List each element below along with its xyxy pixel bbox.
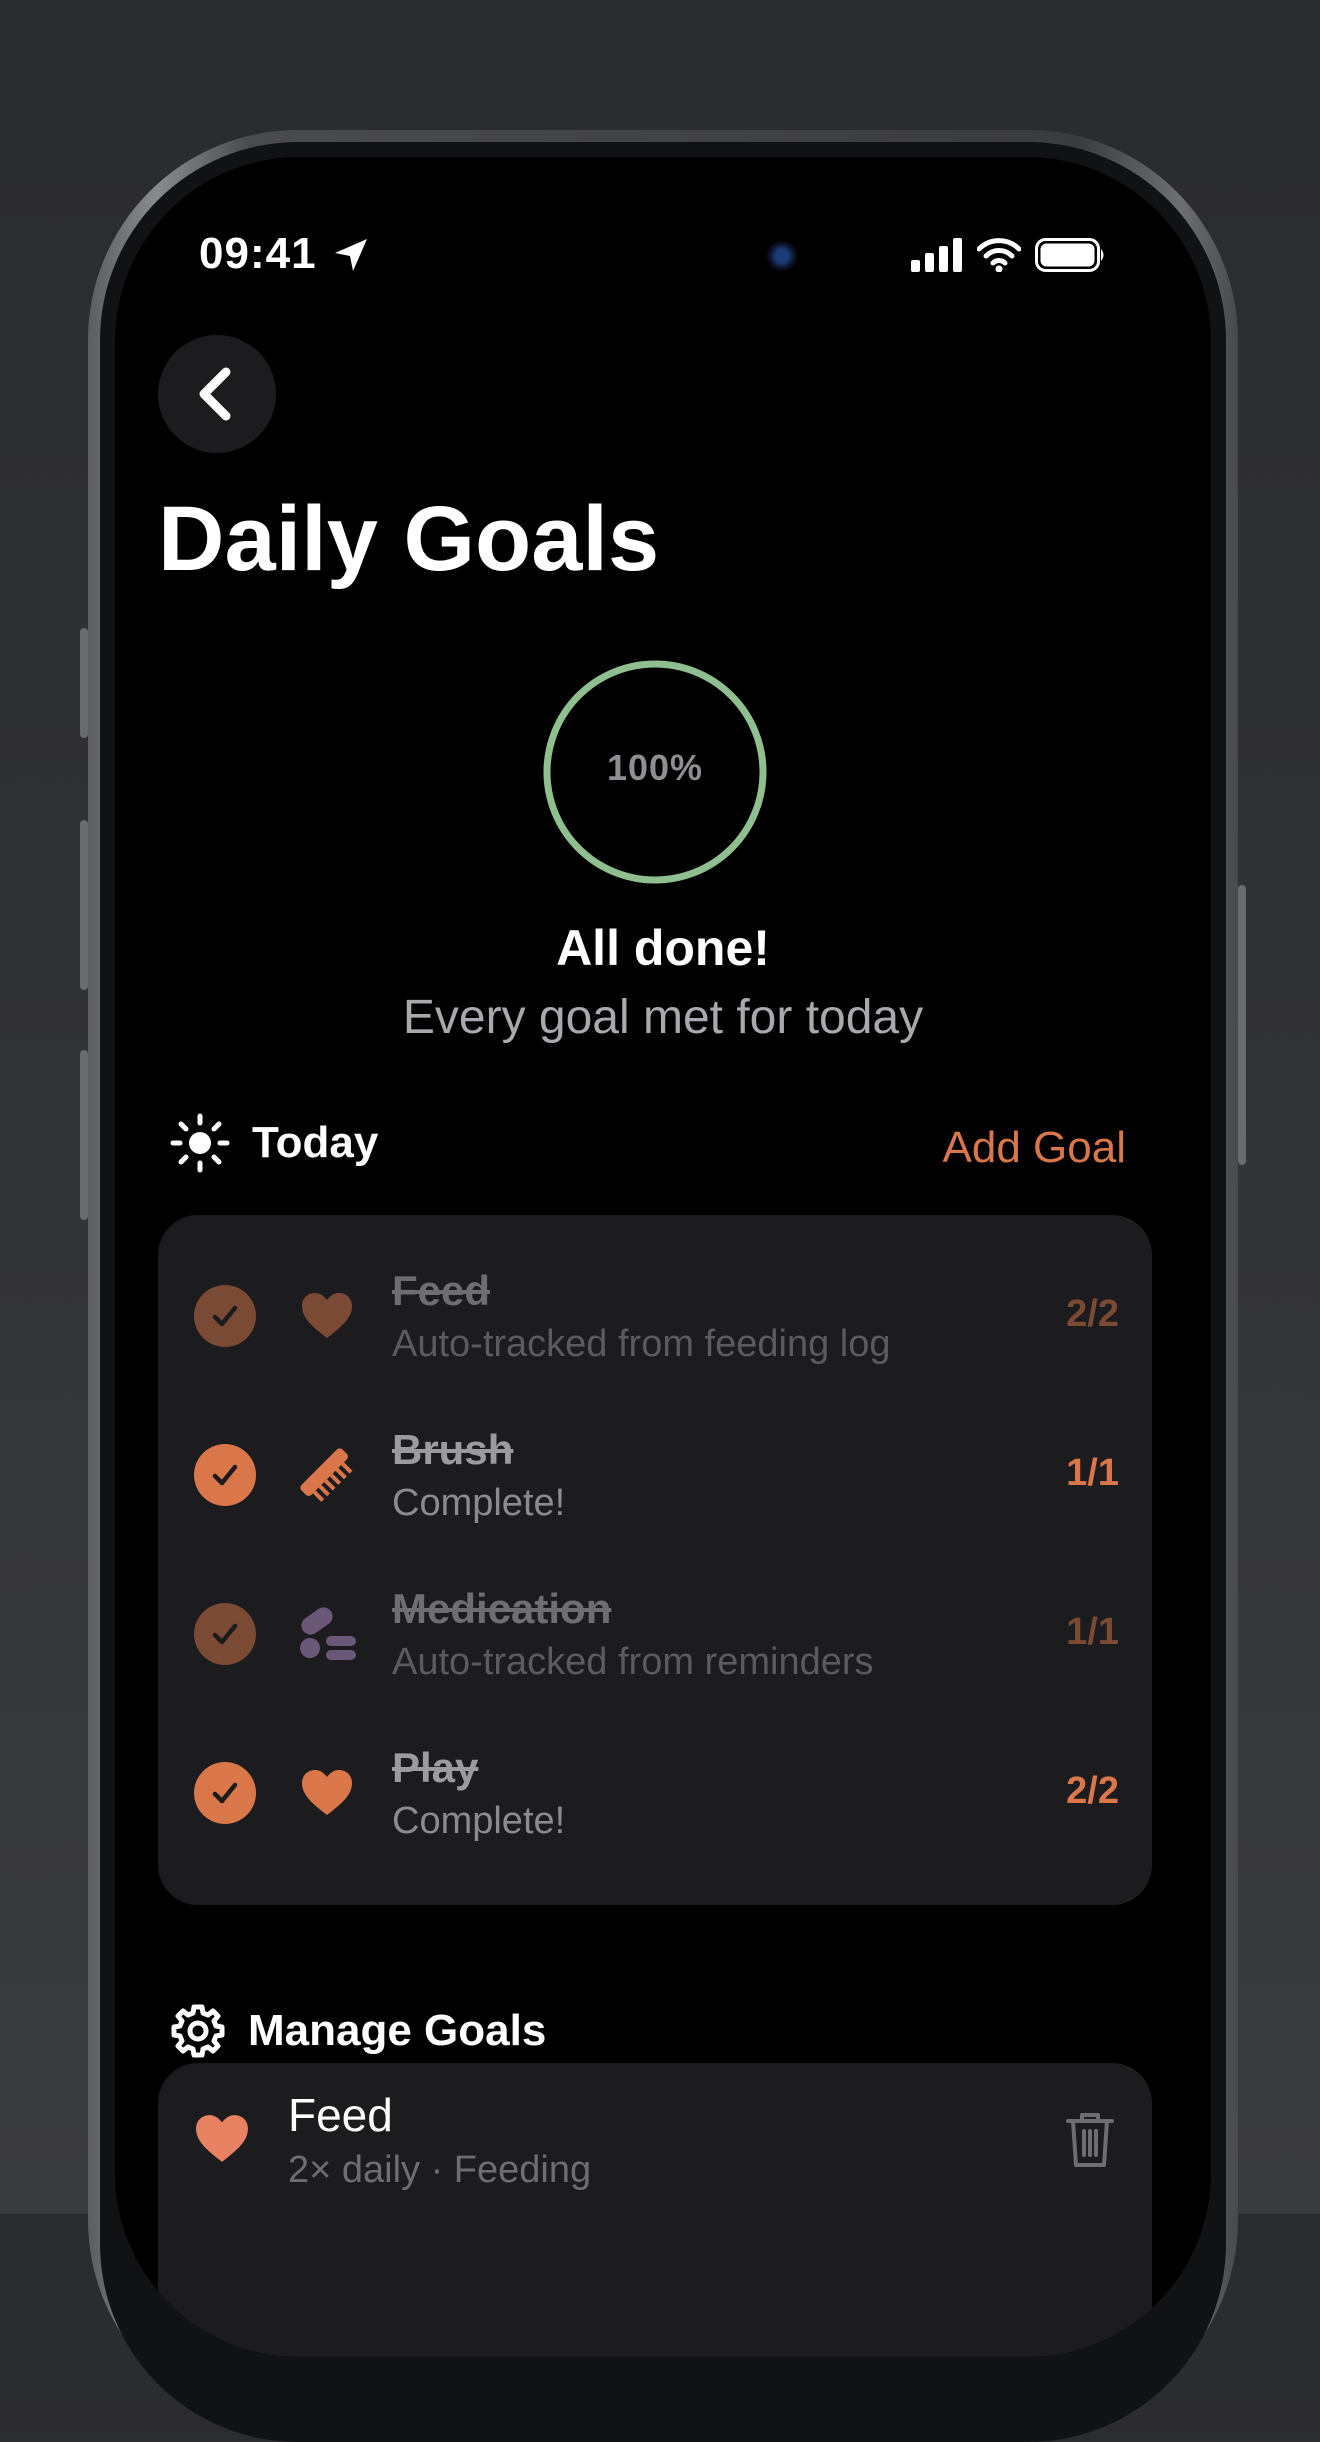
signal-icon bbox=[911, 238, 962, 272]
goal-name: Medication bbox=[392, 1585, 612, 1632]
page-title: Daily Goals bbox=[158, 488, 660, 590]
goal-row-brush[interactable]: Brush Complete! 1/1 bbox=[158, 1396, 1152, 1555]
summary-subtitle: Every goal met for today bbox=[402, 991, 924, 1044]
goal-name: Feed bbox=[392, 1267, 491, 1314]
today-goals-card: Feed Auto-tracked from feeding log 2/2 B… bbox=[158, 1215, 1152, 1905]
manage-section-header: Manage Goals bbox=[170, 2001, 546, 2061]
goal-subtitle: Complete! bbox=[392, 1482, 566, 1524]
heart-icon bbox=[196, 2115, 248, 2162]
status-icons bbox=[911, 235, 1107, 275]
today-section-header: Today bbox=[170, 1113, 378, 1173]
goal-count: 1/1 bbox=[1066, 1611, 1119, 1653]
manage-goals-card: Feed 2× daily · Feeding bbox=[158, 2063, 1152, 2357]
progress-percent: 100% bbox=[606, 747, 704, 788]
goal-row-medication[interactable]: Medication Auto-tracked from reminders 1… bbox=[158, 1555, 1152, 1714]
location-arrow-icon bbox=[335, 239, 367, 271]
goal-subtitle: Auto-tracked from reminders bbox=[392, 1641, 874, 1683]
heart-icon bbox=[294, 1760, 360, 1826]
check-circle-icon[interactable] bbox=[194, 1285, 256, 1347]
gear-icon bbox=[171, 2004, 225, 2058]
device-button bbox=[1238, 885, 1246, 1165]
status-time: 09:41 bbox=[199, 229, 317, 278]
goal-count: 2/2 bbox=[1066, 1770, 1119, 1812]
device-button bbox=[80, 820, 88, 990]
device-button bbox=[80, 1050, 88, 1220]
goal-name: Play bbox=[392, 1744, 479, 1791]
goal-row-feed[interactable]: Feed Auto-tracked from feeding log 2/2 bbox=[158, 1237, 1152, 1396]
goal-count: 1/1 bbox=[1066, 1452, 1119, 1494]
chevron-left-icon bbox=[199, 367, 231, 421]
front-camera bbox=[767, 241, 797, 271]
battery-icon bbox=[1035, 238, 1104, 272]
today-label: Today bbox=[252, 1118, 379, 1167]
sun-icon bbox=[170, 1113, 230, 1173]
manage-goal-name: Feed bbox=[288, 2089, 393, 2141]
goal-row-play[interactable]: Play Complete! 2/2 bbox=[158, 1714, 1152, 1873]
pills-icon bbox=[294, 1601, 360, 1667]
goal-subtitle: Complete! bbox=[392, 1800, 566, 1842]
heart-icon bbox=[294, 1283, 360, 1349]
manage-row-feed[interactable]: Feed 2× daily · Feeding bbox=[158, 2063, 1152, 2213]
wifi-icon bbox=[977, 238, 1021, 272]
check-circle-icon[interactable] bbox=[194, 1444, 256, 1506]
app-screen: 09:41 Daily Goals 100% All done! Every g… bbox=[115, 157, 1211, 2357]
manage-label: Manage Goals bbox=[248, 2006, 547, 2055]
goal-name: Brush bbox=[392, 1426, 514, 1473]
add-goal-button[interactable]: Add Goal bbox=[943, 1123, 1126, 1173]
device-button bbox=[80, 628, 88, 738]
back-button[interactable] bbox=[158, 335, 276, 453]
goal-subtitle: Auto-tracked from feeding log bbox=[392, 1323, 891, 1365]
summary-title: All done! bbox=[556, 920, 770, 976]
manage-goal-subtitle: 2× daily · Feeding bbox=[288, 2149, 592, 2191]
check-circle-icon[interactable] bbox=[194, 1762, 256, 1824]
trash-icon[interactable] bbox=[1064, 2109, 1116, 2169]
comb-icon bbox=[294, 1442, 360, 1508]
check-circle-icon[interactable] bbox=[194, 1603, 256, 1665]
goal-count: 2/2 bbox=[1066, 1293, 1119, 1335]
